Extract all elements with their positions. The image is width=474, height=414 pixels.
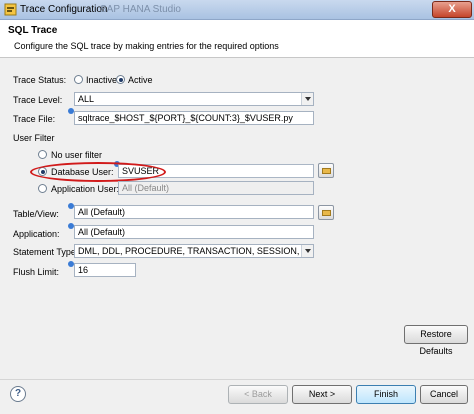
close-button[interactable]: X [432, 1, 472, 18]
flush-limit-input[interactable]: 16 [74, 263, 136, 277]
background-window-title: SAP HANA Studio [100, 4, 181, 15]
application-user-input[interactable]: All (Default) [118, 181, 314, 195]
table-view-input[interactable]: All (Default) [74, 205, 314, 219]
no-user-filter-radio[interactable] [38, 150, 47, 159]
application-user-label: Application User: [51, 184, 120, 194]
footer-divider [0, 379, 474, 380]
window-title: Trace Configuration [20, 4, 108, 15]
trace-file-input[interactable]: sqltrace_$HOST_${PORT}_${COUNT:3}_$VUSER… [74, 111, 314, 125]
next-button[interactable]: Next > [292, 385, 352, 404]
inactive-radio-label: Inactive [86, 75, 118, 85]
statement-type-value: DML, DDL, PROCEDURE, TRANSACTION, SESSIO… [78, 246, 314, 256]
page-title: SQL Trace [8, 25, 58, 36]
trace-level-label: Trace Level: [13, 95, 63, 105]
folder-icon [322, 210, 331, 216]
trace-level-dropdown[interactable]: ALL [74, 92, 314, 106]
statement-type-label: Statement Type: [13, 247, 79, 257]
application-label: Application: [13, 229, 60, 239]
application-input[interactable]: All (Default) [74, 225, 314, 239]
help-icon: ? [14, 388, 22, 399]
chevron-down-icon[interactable] [301, 93, 313, 105]
trace-level-value: ALL [78, 94, 95, 104]
no-user-filter-label: No user filter [51, 150, 103, 160]
database-user-browse-button[interactable] [318, 163, 334, 178]
wizard-header [0, 20, 474, 58]
application-user-value: All (Default) [122, 183, 170, 193]
trace-file-value: sqltrace_$HOST_${PORT}_${COUNT:3}_$VUSER… [78, 113, 293, 123]
app-icon [4, 3, 17, 16]
highlight-ellipse [30, 162, 166, 182]
flush-limit-value: 16 [78, 265, 89, 275]
chevron-down-icon[interactable] [301, 245, 313, 257]
application-user-radio[interactable] [38, 184, 47, 193]
table-view-value: All (Default) [78, 207, 126, 217]
table-view-label: Table/View: [13, 209, 59, 219]
finish-button[interactable]: Finish [356, 385, 416, 404]
info-icon [68, 108, 74, 114]
back-button[interactable]: < Back [228, 385, 288, 404]
user-filter-label: User Filter [13, 133, 55, 143]
trace-status-label: Trace Status: [13, 75, 67, 85]
statement-type-dropdown[interactable]: DML, DDL, PROCEDURE, TRANSACTION, SESSIO… [74, 244, 314, 258]
active-radio-label: Active [128, 75, 153, 85]
folder-icon [322, 168, 331, 174]
inactive-radio[interactable] [74, 75, 83, 84]
trace-file-label: Trace File: [13, 114, 56, 124]
flush-limit-label: Flush Limit: [13, 267, 60, 277]
help-button[interactable]: ? [10, 386, 26, 402]
page-description: Configure the SQL trace by making entrie… [14, 41, 279, 51]
close-icon: X [448, 3, 456, 15]
restore-defaults-button[interactable]: Restore Defaults [404, 325, 468, 356]
table-view-browse-button[interactable] [318, 205, 334, 220]
application-value: All (Default) [78, 227, 126, 237]
active-radio[interactable] [116, 75, 125, 84]
cancel-button[interactable]: Cancel [420, 385, 468, 404]
